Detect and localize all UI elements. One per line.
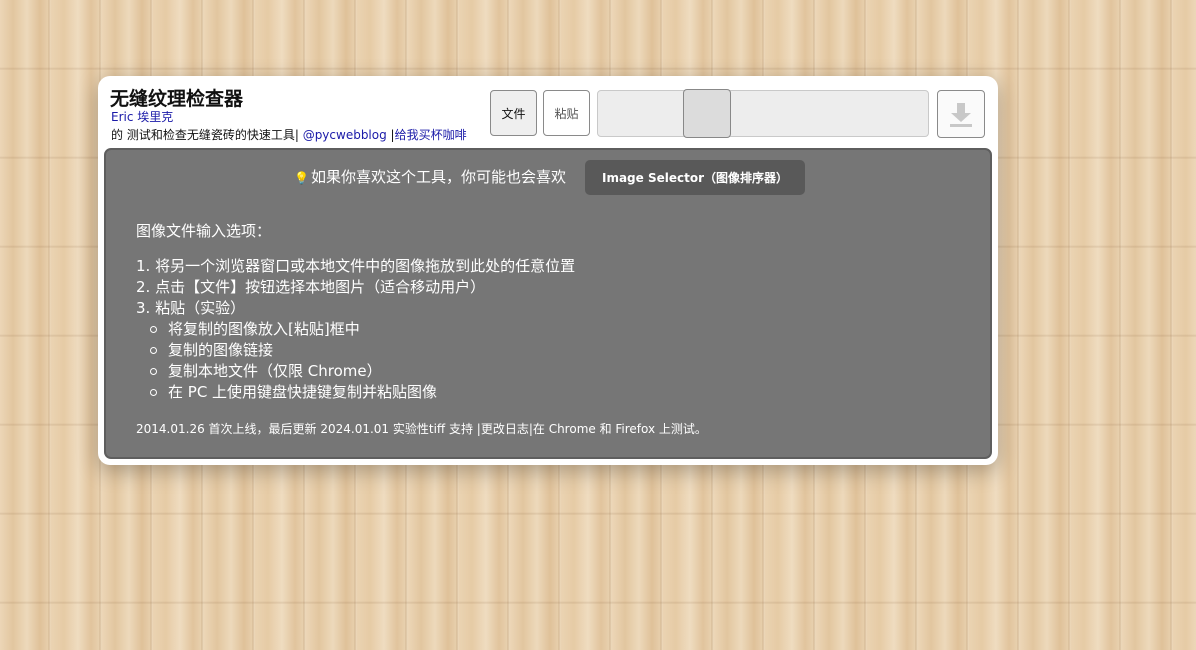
instructions-panel: 💡 如果你喜欢这个工具，你可能也会喜欢 Image Selector（图像排序器）… — [104, 148, 992, 459]
description-text: 的 测试和检查无缝瓷砖的快速工具| — [111, 128, 299, 142]
coffee-link[interactable]: 给我买杯咖啡 — [395, 128, 467, 142]
paste-substep: 将复制的图像放入[粘贴]框中 — [136, 319, 575, 340]
paste-substeps-list: 将复制的图像放入[粘贴]框中 复制的图像链接 复制本地文件（仅限 Chrome）… — [136, 319, 575, 403]
app-title: 无缝纹理检查器 — [110, 88, 244, 110]
file-button[interactable]: 文件 — [490, 90, 537, 136]
options-heading: 图像文件输入选项： — [136, 222, 272, 240]
download-icon — [950, 103, 972, 127]
download-button[interactable] — [937, 90, 985, 138]
twitter-link[interactable]: @pycwebblog — [303, 128, 387, 142]
promo-line: 💡 如果你喜欢这个工具，你可能也会喜欢 — [294, 166, 566, 187]
input-steps-list: 1. 将另一个浏览器窗口或本地文件中的图像拖放到此处的任意位置 2. 点击【文件… — [136, 256, 575, 403]
image-selector-button[interactable]: Image Selector（图像排序器） — [585, 160, 805, 195]
paste-substep: 复制本地文件（仅限 Chrome） — [136, 361, 575, 382]
slider-thumb[interactable] — [683, 89, 731, 138]
step-drag-drop: 1. 将另一个浏览器窗口或本地文件中的图像拖放到此处的任意位置 — [136, 257, 576, 275]
paste-box[interactable]: 粘贴 — [543, 90, 590, 136]
author-link[interactable]: Eric 埃里克 — [111, 108, 173, 125]
step-paste-label: 3. 粘贴（实验） — [136, 299, 246, 317]
app-description: 的 测试和检查无缝瓷砖的快速工具| @pycwebblog |给我买杯咖啡 — [111, 126, 467, 143]
link-separator: | — [386, 128, 395, 142]
tile-size-slider[interactable] — [597, 89, 929, 138]
step-paste: 3. 粘贴（实验） 将复制的图像放入[粘贴]框中 复制的图像链接 复制本地文件（… — [136, 298, 575, 403]
step-file-button: 2. 点击【文件】按钮选择本地图片（适合移动用户） — [136, 278, 486, 296]
paste-substep: 在 PC 上使用键盘快捷键复制并粘贴图像 — [136, 382, 575, 403]
tool-card: 无缝纹理检查器 Eric 埃里克 的 测试和检查无缝瓷砖的快速工具| @pycw… — [98, 76, 998, 465]
version-footer: 2014.01.26 首次上线，最后更新 2024.01.01 实验性tiff … — [136, 422, 707, 436]
lightbulb-icon: 💡 — [294, 171, 309, 185]
promo-text: 如果你喜欢这个工具，你可能也会喜欢 — [310, 168, 566, 186]
paste-substep: 复制的图像链接 — [136, 340, 575, 361]
